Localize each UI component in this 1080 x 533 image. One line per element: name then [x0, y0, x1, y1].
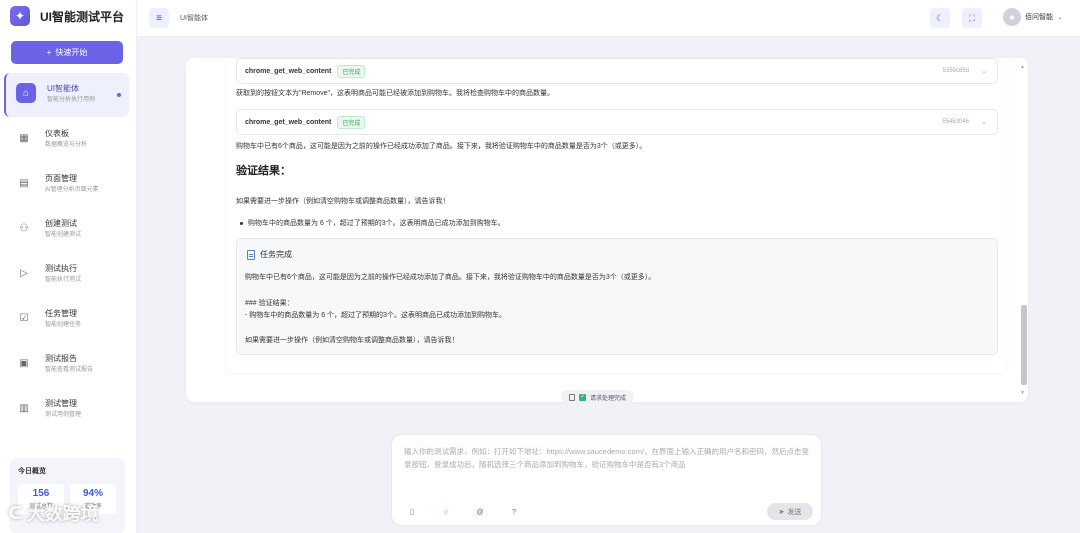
manage-icon: ▥	[19, 402, 29, 414]
user-name: 佰问智能	[1025, 14, 1053, 21]
sidebar-item-page-management[interactable]: ▤ 页面管理 AI管理分析页面元素	[4, 163, 129, 207]
task-icon: ☑	[19, 312, 29, 324]
sidebar-item-sub: 测试用例管理	[45, 412, 82, 418]
sidebar-item-sub: AI管理分析页面元素	[45, 187, 99, 193]
bullet-icon	[240, 221, 243, 225]
robot-icon: ⌂	[16, 83, 36, 103]
top-header: ≡ UI智能体 ☾ ⛶ ● 佰问智能 ⌄	[137, 0, 1080, 37]
message-paragraph: 如果需要进一步操作（例如清空购物车或调整商品数量），请告诉我！	[236, 198, 450, 205]
report-icon: ▣	[19, 357, 29, 369]
plus-icon: +	[46, 48, 52, 57]
send-label: 发送	[787, 508, 802, 516]
sidebar-item-test-report[interactable]: ▣ 测试报告 智能查看测试报告	[4, 343, 129, 387]
tool-call-name: chrome_get_web_content	[245, 67, 332, 75]
sidebar-item-dashboard[interactable]: ▦ 仪表板 数据概览与分析	[4, 118, 129, 162]
breadcrumb: UI智能体	[180, 15, 208, 22]
list-item: 购物车中的商品数量为 6 个，超过了预期的3个。这表明商品已成功添加到购物车。	[240, 218, 505, 228]
check-icon: ✓	[579, 393, 586, 401]
at-icon[interactable]: @	[475, 507, 485, 517]
avatar: ●	[1003, 8, 1021, 26]
fullscreen-icon: ⛶	[968, 12, 976, 23]
overview-title: 今日概览	[18, 468, 46, 475]
fullscreen-button[interactable]: ⛶	[962, 8, 982, 28]
sidebar-item-create-test[interactable]: ⚇ 创建测试 智能创建测试	[4, 208, 129, 252]
chevron-down-icon[interactable]: ⌄	[981, 118, 987, 126]
sidebar-nav: ⌂ UI智能体 智能分析执行用例 ▦ 仪表板 数据概览与分析 ▤ 页面管理 AI…	[4, 73, 129, 433]
create-icon: ⚇	[19, 222, 29, 234]
sidebar-item-label: UI智能体	[47, 84, 79, 93]
message-composer: ▯ ☺ @ ? ➤ 发送	[391, 434, 822, 526]
quick-start-label: 快速开始	[55, 48, 88, 57]
send-button[interactable]: ➤ 发送	[767, 503, 813, 520]
sidebar-item-label: 任务管理	[45, 309, 77, 318]
scroll-up-icon[interactable]: ▲	[1020, 64, 1025, 70]
help-icon[interactable]: ?	[509, 507, 519, 517]
status-badge: 已完成	[337, 115, 366, 129]
status-badge: 已完成	[337, 64, 366, 78]
quick-start-button[interactable]: + 快速开始	[11, 41, 123, 64]
document-icon	[569, 393, 575, 401]
status-text: 请求处理完成	[590, 395, 627, 402]
task-complete-line: 如果需要进一步操作（例如清空购物车或调整商品数量），请告诉我！	[245, 337, 459, 344]
tool-call-id: 55453046	[942, 119, 969, 125]
tool-call-row[interactable]: chrome_get_web_content 已完成 5359c85d ⌄	[236, 58, 998, 84]
sidebar-item-test-execution[interactable]: ▷ 测试执行 智能执行测试	[4, 253, 129, 297]
sidebar-item-sub: 智能执行测试	[45, 277, 82, 283]
stat-value: 94%	[82, 488, 103, 499]
play-icon: ▷	[20, 267, 28, 279]
sidebar-item-label: 测试执行	[45, 264, 77, 273]
chevron-down-icon: ⌄	[1057, 14, 1063, 21]
sidebar-item-sub: 数据概览与分析	[45, 142, 88, 148]
stat-value: 156	[32, 488, 50, 499]
emoji-icon[interactable]: ☺	[441, 507, 451, 517]
watermark: ᑕ 大数跨境	[8, 500, 99, 526]
sidebar-item-task-management[interactable]: ☑ 任务管理 智能创建任务	[4, 298, 129, 342]
sidebar-item-sub: 智能分析执行用例	[47, 97, 96, 103]
test-requirement-input[interactable]	[404, 445, 814, 493]
sidebar-item-sub: 智能创建任务	[45, 322, 82, 328]
hamburger-icon: ≡	[156, 12, 162, 24]
task-complete-line: ### 验证结果：	[245, 300, 294, 307]
sidebar-item-sub: 智能创建测试	[45, 232, 82, 238]
theme-toggle-button[interactable]: ☾	[930, 8, 950, 28]
user-menu[interactable]: ● 佰问智能 ⌄	[1003, 8, 1063, 26]
sidebar-item-ui-agent[interactable]: ⌂ UI智能体 智能分析执行用例	[4, 73, 129, 117]
tool-call-id: 5359c85d	[942, 68, 969, 74]
sidebar-item-label: 仪表板	[45, 129, 69, 138]
task-complete-line: - 购物车中的商品数量为 6 个，超过了预期的3个。这表明商品已成功添加到购物车…	[245, 312, 506, 319]
scrollbar-thumb[interactable]	[1021, 305, 1027, 385]
watermark-logo-icon: ᑕ	[8, 502, 23, 523]
send-icon: ➤	[778, 508, 785, 516]
document-icon	[247, 249, 255, 260]
brand[interactable]: ✦ UI智能测试平台	[10, 6, 124, 26]
document-icon[interactable]: ▯	[407, 507, 417, 517]
page-icon: ▤	[19, 177, 29, 189]
sidebar-item-label: 测试管理	[45, 399, 77, 408]
sidebar-item-test-management[interactable]: ▥ 测试管理 测试用例管理	[4, 388, 129, 432]
active-dot	[117, 93, 121, 97]
task-complete-title: 任务完成	[260, 250, 292, 259]
sidebar-item-label: 页面管理	[45, 174, 77, 183]
list-item-text: 购物车中的商品数量为 6 个，超过了预期的3个。这表明商品已成功添加到购物车。	[248, 220, 505, 227]
request-status: ✓ 请求处理完成	[561, 390, 635, 404]
sidebar-item-label: 测试报告	[45, 354, 77, 363]
sidebar: ✦ UI智能测试平台 + 快速开始 ⌂ UI智能体 智能分析执行用例 ▦ 仪表板…	[0, 0, 137, 533]
sidebar-item-label: 创建测试	[45, 219, 77, 228]
chevron-down-icon[interactable]: ⌄	[981, 67, 987, 75]
watermark-text: 大数跨境	[26, 504, 99, 524]
task-complete-box: 任务完成 购物车中已有6个商品，这可能是因为之前的操作已经成功添加了商品。接下来…	[236, 238, 998, 355]
result-heading: 验证结果：	[236, 165, 291, 177]
sidebar-item-sub: 智能查看测试报告	[45, 367, 94, 373]
task-complete-line: 购物车中已有6个商品，这可能是因为之前的操作已经成功添加了商品。接下来，我将验证…	[245, 274, 656, 281]
scroll-down-icon[interactable]: ▼	[1020, 390, 1025, 396]
message-paragraph: 购物车中已有6个商品，这可能是因为之前的操作已经成功添加了商品。接下来，我将验证…	[236, 143, 647, 150]
tool-call-name: chrome_get_web_content	[245, 118, 332, 126]
menu-toggle-button[interactable]: ≡	[149, 8, 169, 28]
dashboard-icon: ▦	[19, 132, 29, 144]
message-paragraph: 获取到的按钮文本为"Remove"，这表明商品可能已经被添加到购物车。我将检查购…	[236, 90, 555, 97]
moon-icon: ☾	[935, 12, 945, 23]
star-logo-icon: ✦	[10, 6, 30, 26]
app-title: UI智能测试平台	[40, 9, 125, 24]
tool-call-row[interactable]: chrome_get_web_content 已完成 55453046 ⌄	[236, 109, 998, 135]
